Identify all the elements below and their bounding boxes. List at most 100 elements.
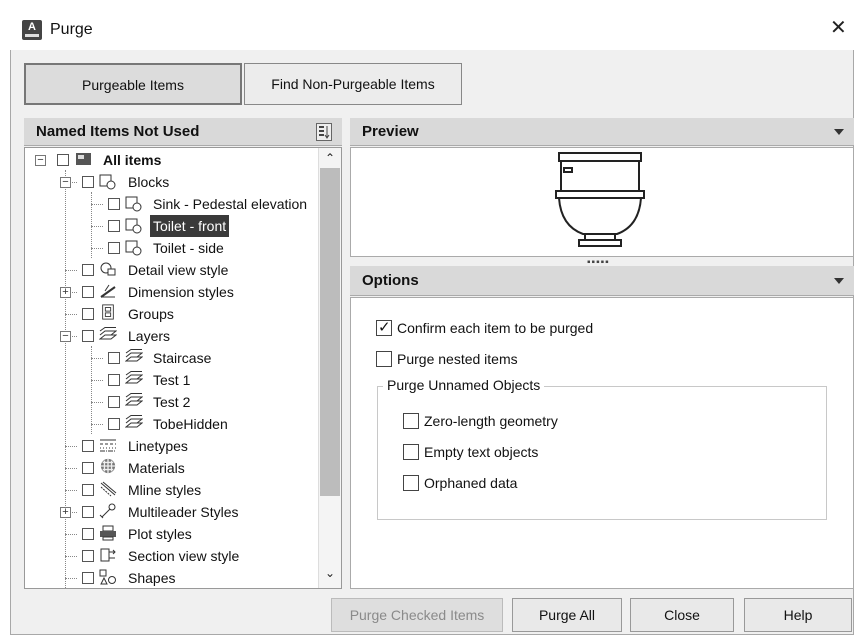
scroll-down-icon[interactable]: ⌄ xyxy=(320,566,340,580)
named-items-header: Named Items Not Used xyxy=(24,118,342,146)
checkbox[interactable] xyxy=(108,242,120,254)
materials-icon xyxy=(100,458,116,474)
window-title: Purge xyxy=(50,21,93,38)
close-icon[interactable]: ✕ xyxy=(830,18,847,38)
expand-icon[interactable]: + xyxy=(60,287,71,298)
tree-item-label: Sink - Pedestal elevation xyxy=(153,196,308,212)
checkbox[interactable] xyxy=(82,462,94,474)
block-icon xyxy=(125,240,142,256)
toilet-front-preview xyxy=(555,152,645,247)
all-items-icon xyxy=(76,153,91,165)
close-button[interactable]: Close xyxy=(630,598,734,632)
options-header[interactable]: Options xyxy=(350,266,854,296)
orphaned-data-checkbox[interactable] xyxy=(403,475,419,491)
checkbox[interactable] xyxy=(108,220,120,232)
preview-title: Preview xyxy=(362,123,419,140)
layers-icon xyxy=(125,393,143,406)
purge-nested-items-label: Purge nested items xyxy=(397,351,518,367)
empty-text-objects-label: Empty text objects xyxy=(424,444,539,460)
collapse-arrow-icon[interactable] xyxy=(834,278,844,284)
checkbox[interactable] xyxy=(108,418,120,430)
plot-style-icon xyxy=(100,525,116,541)
checkbox[interactable] xyxy=(108,374,120,386)
mline-icon xyxy=(100,481,117,497)
checkbox[interactable] xyxy=(82,264,94,276)
tree-item-label: Staircase xyxy=(153,350,212,366)
confirm-each-item-label: Confirm each item to be purged xyxy=(397,320,594,336)
checkbox[interactable] xyxy=(82,550,94,562)
checkbox[interactable] xyxy=(82,440,94,452)
autocad-app-icon: A xyxy=(22,20,42,40)
multileader-icon xyxy=(99,503,116,519)
tree-item-label: TobeHidden xyxy=(153,416,228,432)
tree-item-label: Blocks xyxy=(128,174,170,190)
empty-text-objects-checkbox[interactable] xyxy=(403,444,419,460)
tree-item-label-selected: Toilet - front xyxy=(150,215,230,237)
tree-item-label: Dimension styles xyxy=(128,284,234,300)
purge-all-button[interactable]: Purge All xyxy=(512,598,622,632)
preview-area xyxy=(350,147,854,257)
tree-item-label: Plot styles xyxy=(128,526,192,542)
block-icon xyxy=(99,174,116,190)
detail-view-icon xyxy=(100,262,116,276)
preview-header[interactable]: Preview xyxy=(350,118,854,146)
confirm-each-item-checkbox[interactable] xyxy=(376,318,392,336)
tree-item-label: Mline styles xyxy=(128,482,202,498)
zero-length-geometry-checkbox[interactable] xyxy=(403,413,419,429)
group-icon xyxy=(102,304,114,320)
expand-icon[interactable]: + xyxy=(60,507,71,518)
tree-item-label: Layers xyxy=(128,328,171,344)
checkbox[interactable] xyxy=(57,154,69,166)
tree-item-label: Test 2 xyxy=(153,394,191,410)
tree-item-label: Shapes xyxy=(128,570,176,586)
title-bar xyxy=(10,10,854,50)
checkbox[interactable] xyxy=(82,286,94,298)
orphaned-data-label: Orphaned data xyxy=(424,475,518,491)
section-view-icon xyxy=(100,548,116,562)
items-tree[interactable]: − All items − Blocks Sink - Pedestal ele… xyxy=(24,147,342,589)
collapse-icon[interactable]: − xyxy=(60,177,71,188)
block-icon xyxy=(125,218,142,234)
collapse-arrow-icon[interactable] xyxy=(834,129,844,135)
checkbox[interactable] xyxy=(82,330,94,342)
options-title: Options xyxy=(362,272,419,289)
dimension-icon xyxy=(100,284,116,298)
linetype-icon xyxy=(100,439,116,452)
zero-length-geometry-label: Zero-length geometry xyxy=(424,413,558,429)
checkbox[interactable] xyxy=(82,528,94,540)
checkbox[interactable] xyxy=(108,352,120,364)
tab-purgeable-items[interactable]: Purgeable Items xyxy=(24,63,242,105)
tree-item-label: All items xyxy=(103,152,162,168)
tree-item-label: Toilet - side xyxy=(153,240,224,256)
layers-icon xyxy=(99,327,117,340)
scroll-up-icon[interactable]: ⌃ xyxy=(320,151,340,165)
tree-item-label: Test 1 xyxy=(153,372,191,388)
tree-item-label: Linetypes xyxy=(128,438,188,454)
tab-find-non-purgeable-items[interactable]: Find Non-Purgeable Items xyxy=(244,63,462,105)
checkbox[interactable] xyxy=(108,198,120,210)
scrollbar-thumb[interactable] xyxy=(320,168,340,496)
block-icon xyxy=(125,196,142,212)
group-title: Purge Unnamed Objects xyxy=(383,377,545,393)
collapse-icon[interactable]: − xyxy=(35,155,46,166)
sort-icon[interactable] xyxy=(316,123,332,141)
tree-item-label: Section view style xyxy=(128,548,240,564)
layers-icon xyxy=(125,415,143,428)
tree-item-label: Groups xyxy=(128,306,174,322)
purge-nested-items-checkbox[interactable] xyxy=(376,351,392,367)
layers-icon xyxy=(125,349,143,362)
shapes-icon xyxy=(99,569,116,585)
tree-item-label: Multileader Styles xyxy=(128,504,239,520)
tree-item-label: Detail view style xyxy=(128,262,229,278)
checkbox[interactable] xyxy=(82,572,94,584)
checkbox[interactable] xyxy=(82,506,94,518)
tree-item-label: Materials xyxy=(128,460,185,476)
collapse-icon[interactable]: − xyxy=(60,331,71,342)
checkbox[interactable] xyxy=(82,176,94,188)
checkbox[interactable] xyxy=(82,308,94,320)
purge-checked-items-button[interactable]: Purge Checked Items xyxy=(331,598,503,632)
help-button[interactable]: Help xyxy=(744,598,852,632)
checkbox[interactable] xyxy=(108,396,120,408)
checkbox[interactable] xyxy=(82,484,94,496)
layers-icon xyxy=(125,371,143,384)
